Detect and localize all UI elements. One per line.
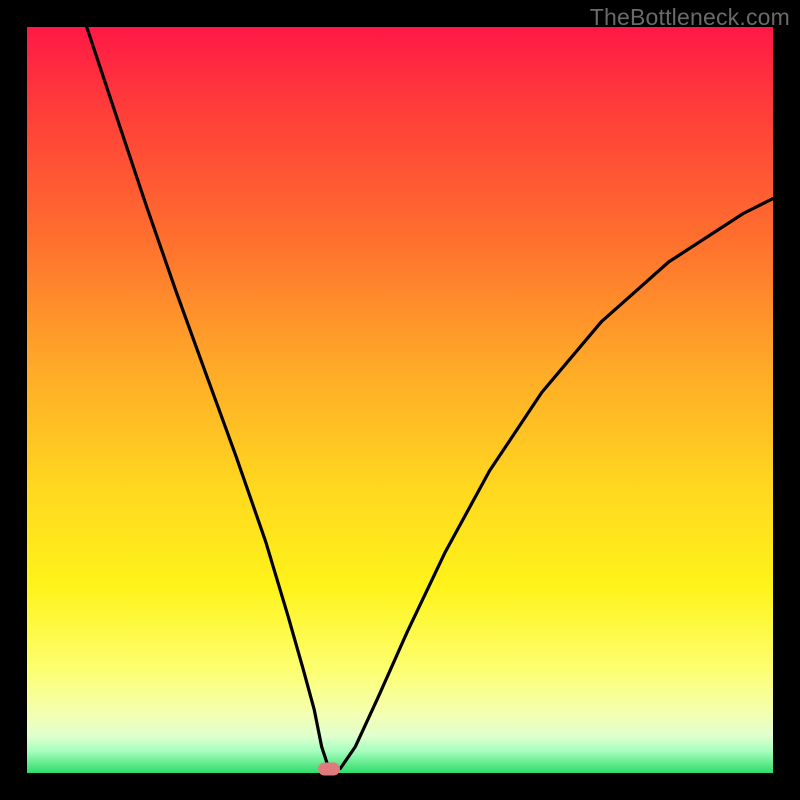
- curve-svg: [27, 27, 773, 773]
- bottleneck-curve: [87, 27, 773, 769]
- optimal-marker: [318, 763, 340, 776]
- plot-area: [27, 27, 773, 773]
- chart-frame: TheBottleneck.com: [0, 0, 800, 800]
